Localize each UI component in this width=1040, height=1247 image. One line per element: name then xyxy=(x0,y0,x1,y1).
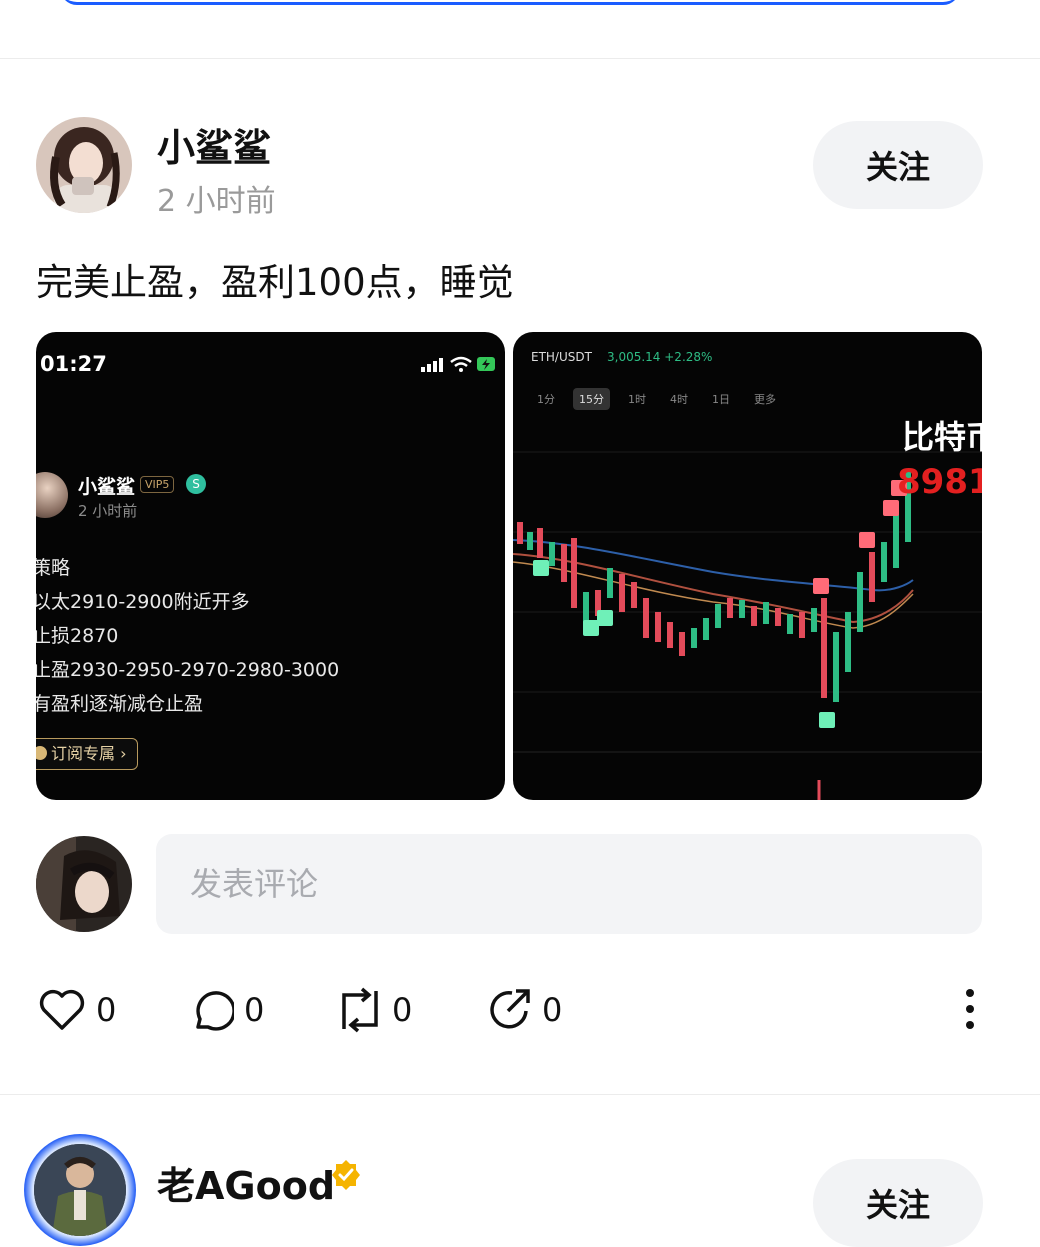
strategy-line: 止盈2930-2950-2970-2980-3000 xyxy=(36,659,340,681)
status-icons xyxy=(421,354,497,378)
candlestick-chart xyxy=(513,451,982,800)
poster-name: 小鲨鲨 xyxy=(78,476,136,498)
follow-button[interactable]: 关注 xyxy=(813,121,983,209)
strategy-line: 以太2910-2900附近开多 xyxy=(36,591,250,613)
like-count: 0 xyxy=(96,991,117,1029)
like-button[interactable]: 0 xyxy=(38,985,116,1035)
strategy-line: 止损2870 xyxy=(36,625,119,647)
share-button[interactable]: 0 xyxy=(486,985,562,1035)
subscribe-label: 订阅专属 xyxy=(51,744,116,763)
post-text: 完美止盈，盈利100点，睡觉 xyxy=(36,261,514,304)
poster-time: 2 小时前 xyxy=(78,502,138,520)
repost-icon xyxy=(342,987,378,1033)
overlay-coin-price: 89811.71 xyxy=(897,462,982,502)
comment-input[interactable] xyxy=(156,834,982,934)
previous-post-bottom xyxy=(0,0,1040,59)
next-author-avatar[interactable] xyxy=(34,1144,126,1236)
poster-avatar xyxy=(36,472,68,518)
share-icon xyxy=(490,989,530,1029)
share-count: 0 xyxy=(542,991,563,1029)
more-vertical-icon xyxy=(966,989,974,1029)
comment-button[interactable]: 0 xyxy=(188,985,264,1035)
post-time: 2 小时前 xyxy=(157,184,276,219)
post-image-chart[interactable]: ETH/USDT 3,005.14 +2.28% 1分 15分 1时 4时 1日… xyxy=(513,332,982,800)
post-image-strategy[interactable]: 01:27 小鲨鲨 VIP5 S 2 小时前 策略 以太2910-2900附近开… xyxy=(36,332,505,800)
overlay-coin-label: 比特币 xyxy=(902,418,982,456)
vip-badge: VIP5 xyxy=(140,476,175,493)
more-options-button[interactable] xyxy=(950,985,990,1035)
status-time: 01:27 xyxy=(40,352,107,376)
next-author-name[interactable]: 老AGood xyxy=(157,1155,335,1210)
author-avatar[interactable] xyxy=(36,117,132,213)
previous-post-button-edge[interactable] xyxy=(60,0,960,5)
author-name[interactable]: 小鲨鲨 xyxy=(157,117,271,172)
certified-badge: S xyxy=(186,474,206,494)
verified-badge-icon xyxy=(332,1160,360,1190)
strategy-line: 有盈利逐渐减仓止盈 xyxy=(36,693,204,715)
my-avatar[interactable] xyxy=(36,836,132,932)
repost-button[interactable]: 0 xyxy=(338,985,412,1035)
strategy-line: 策略 xyxy=(36,557,71,579)
coin-icon xyxy=(36,746,47,760)
repost-count: 0 xyxy=(392,991,413,1029)
next-follow-button[interactable]: 关注 xyxy=(813,1159,983,1247)
subscribe-button: 订阅专属 › xyxy=(36,738,138,770)
comment-bubble-icon xyxy=(196,991,234,1031)
heart-icon xyxy=(39,989,85,1030)
comment-count: 0 xyxy=(244,991,265,1029)
post-divider xyxy=(0,1094,1040,1095)
